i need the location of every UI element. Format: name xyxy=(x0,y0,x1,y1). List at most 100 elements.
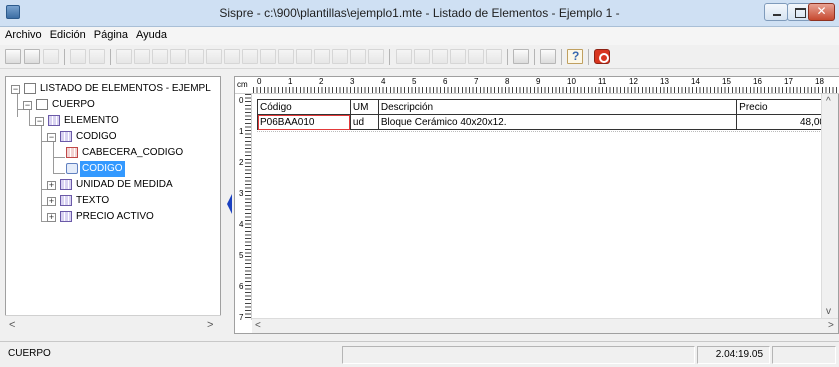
toolbar-separator xyxy=(561,49,562,65)
vertical-ruler: 0 1 2 3 4 5 6 7 xyxy=(235,94,252,322)
element-tree[interactable]: − LISTADO DE ELEMENTOS - EJEMPL − CUERPO… xyxy=(5,76,221,334)
report-table: Código UM Descripción Precio P06BAA010 u… xyxy=(257,99,828,130)
scroll-right-icon[interactable]: > xyxy=(828,320,834,331)
ruler-tick-label: 6 xyxy=(239,282,244,291)
insert-column-icon[interactable] xyxy=(468,49,484,64)
tree-horizontal-scrollbar[interactable]: < > xyxy=(5,315,221,334)
menu-ayuda[interactable]: Ayuda xyxy=(131,27,170,41)
text-icon[interactable] xyxy=(260,49,276,64)
ruler-ticks xyxy=(253,87,839,93)
ruler-tick-label: 4 xyxy=(239,220,244,229)
page-icon[interactable] xyxy=(170,49,186,64)
expand-icon[interactable]: + xyxy=(47,181,56,190)
table-row: P06BAA010 ud Bloque Cerámico 40x20x12. 4… xyxy=(257,114,828,130)
menu-edicion[interactable]: Edición xyxy=(45,27,89,41)
ruler-tick-label: 15 xyxy=(722,77,731,86)
ruler-tick-label: 10 xyxy=(567,77,576,86)
status-section: CUERPO xyxy=(8,348,51,359)
save-icon[interactable] xyxy=(43,49,59,64)
tree-label: TEXTO xyxy=(76,195,110,206)
ruler-tick-label: 6 xyxy=(443,77,448,86)
ruler-tick-label: 0 xyxy=(239,96,244,105)
footer-icon[interactable] xyxy=(350,49,366,64)
panel-splitter[interactable] xyxy=(224,76,234,334)
collapse-icon[interactable]: − xyxy=(47,133,56,142)
cell-codigo[interactable]: P06BAA010 xyxy=(257,114,351,130)
close-button[interactable]: ✕ xyxy=(808,3,835,21)
header-table-icon xyxy=(66,147,78,158)
menu-pagina[interactable]: Página xyxy=(89,27,131,41)
table-icon xyxy=(60,131,72,142)
copy-icon[interactable] xyxy=(70,49,86,64)
scroll-up-icon[interactable]: ^ xyxy=(826,96,831,107)
ruler-tick-label: 14 xyxy=(691,77,700,86)
status-time: 2.04:19.05 xyxy=(697,346,770,364)
header-descripcion[interactable]: Descripción xyxy=(377,99,738,115)
tree-line xyxy=(41,125,42,221)
exit-icon[interactable] xyxy=(594,49,610,64)
cell-precio[interactable]: 48,00 xyxy=(736,114,828,130)
minimize-button[interactable] xyxy=(764,3,788,21)
help-icon[interactable] xyxy=(567,49,583,64)
document-vertical-scrollbar[interactable]: ^ v xyxy=(821,94,838,320)
grid-icon[interactable] xyxy=(188,49,204,64)
window-title: Sispre - c:\900\plantillas\ejemplo1.mte … xyxy=(219,6,620,20)
ruler-tick-label: 7 xyxy=(474,77,479,86)
toolbar-separator xyxy=(588,49,589,65)
section-divider xyxy=(257,131,828,132)
table-header-row: Código UM Descripción Precio xyxy=(257,99,828,115)
collapse-panel-icon[interactable] xyxy=(227,194,232,214)
insert-text-icon[interactable] xyxy=(414,49,430,64)
menu-archivo[interactable]: Archivo xyxy=(0,27,45,41)
scroll-down-icon[interactable]: v xyxy=(826,306,831,317)
box-icon[interactable] xyxy=(296,49,312,64)
ruler-tick-label: 3 xyxy=(239,189,244,198)
header-codigo[interactable]: Código xyxy=(257,99,351,115)
insert-row-icon[interactable] xyxy=(486,49,502,64)
scroll-left-icon[interactable]: < xyxy=(255,320,261,331)
undo-icon[interactable] xyxy=(540,49,556,64)
horizontal-ruler: cm 0 1 2 3 4 5 6 7 8 9 10 11 12 13 14 15 16 17 18 xyxy=(235,77,839,94)
header-precio[interactable]: Precio xyxy=(736,99,828,115)
header-um[interactable]: UM xyxy=(349,99,379,115)
line-icon[interactable] xyxy=(314,49,330,64)
insert-table-icon[interactable] xyxy=(450,49,466,64)
layout-icon[interactable] xyxy=(224,49,240,64)
collapse-icon[interactable]: − xyxy=(35,117,44,126)
cell-descripcion[interactable]: Bloque Cerámico 40x20x12. xyxy=(377,114,738,130)
collapse-icon[interactable]: − xyxy=(23,101,32,110)
expand-icon[interactable]: + xyxy=(47,197,56,206)
insert-image-icon[interactable] xyxy=(432,49,448,64)
image-icon[interactable] xyxy=(278,49,294,64)
table-icon xyxy=(60,211,72,222)
document-horizontal-scrollbar[interactable]: < > xyxy=(252,318,838,333)
collapse-icon[interactable]: − xyxy=(11,85,20,94)
toolbar-separator xyxy=(534,49,535,65)
insert-field-icon[interactable] xyxy=(396,49,412,64)
header-icon[interactable] xyxy=(332,49,348,64)
field-icon[interactable] xyxy=(242,49,258,64)
new-document-icon[interactable] xyxy=(5,49,21,64)
table-icon xyxy=(60,179,72,190)
filter-icon[interactable] xyxy=(152,49,168,64)
status-bar: CUERPO 2.04:19.05 xyxy=(0,341,839,367)
preview-icon[interactable] xyxy=(513,49,529,64)
table-icon[interactable] xyxy=(134,49,150,64)
document-icon xyxy=(24,83,36,94)
ruler-tick-label: 1 xyxy=(239,127,244,136)
ruler-tick-label: 7 xyxy=(239,313,244,322)
cell-um[interactable]: ud xyxy=(349,114,379,130)
title-bar: Sispre - c:\900\plantillas\ejemplo1.mte … xyxy=(0,0,839,27)
open-folder-icon[interactable] xyxy=(24,49,40,64)
tree-line xyxy=(29,109,30,125)
scroll-right-icon[interactable]: > xyxy=(207,319,213,331)
section-icon[interactable] xyxy=(368,49,384,64)
expand-icon[interactable]: + xyxy=(47,213,56,222)
scroll-left-icon[interactable]: < xyxy=(9,319,15,331)
ruler-tick-label: 5 xyxy=(239,251,244,260)
align-icon[interactable] xyxy=(116,49,132,64)
columns-icon[interactable] xyxy=(206,49,222,64)
paste-icon[interactable] xyxy=(89,49,105,64)
document-view[interactable]: cm 0 1 2 3 4 5 6 7 8 9 10 11 12 13 14 15 16 17 18 01234567… xyxy=(234,76,839,334)
ruler-tick-label: 16 xyxy=(753,77,762,86)
